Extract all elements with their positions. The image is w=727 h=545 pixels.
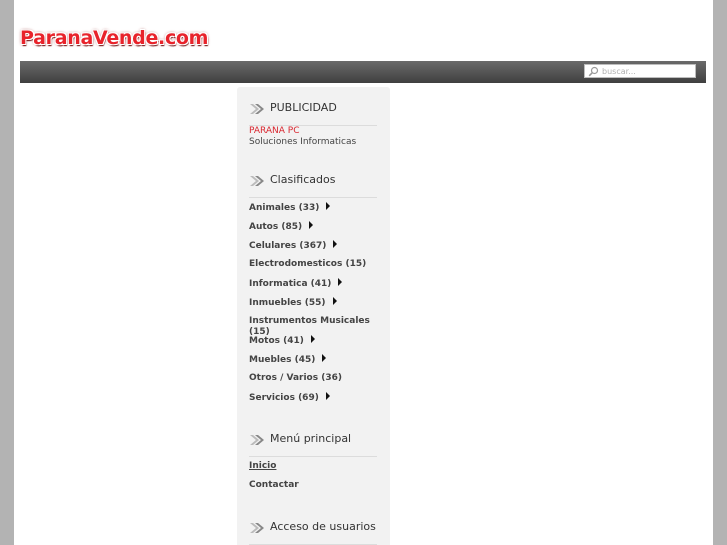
top-navbar — [20, 61, 706, 83]
category-informatica[interactable]: Informatica (41) — [249, 278, 385, 290]
ad-name-link[interactable]: PARANA PC — [249, 126, 300, 136]
clasificados-title: Clasificados — [270, 173, 336, 186]
search-icon — [588, 66, 599, 77]
submenu-arrow-icon — [309, 221, 314, 229]
category-label: Animales (33) — [249, 203, 320, 213]
site-logo[interactable]: ParanaVende.com — [20, 27, 208, 49]
ad-description: Soluciones Informaticas — [249, 137, 357, 147]
search-input[interactable] — [602, 65, 694, 77]
category-label: Celulares (367) — [249, 241, 327, 251]
category-celulares[interactable]: Celulares (367) — [249, 240, 385, 252]
submenu-arrow-icon — [332, 297, 337, 305]
double-chevron-icon — [250, 176, 264, 186]
page: ParanaVende.com PUBLICIDAD PARANA PC Sol… — [14, 0, 713, 545]
category-electrodomesticos[interactable]: Electrodomesticos (15) — [249, 259, 385, 270]
double-chevron-icon — [250, 104, 264, 114]
search-box[interactable] — [584, 64, 696, 78]
category-label: Instrumentos Musicales (15) — [249, 316, 370, 337]
menu-item-inicio[interactable]: Inicio — [249, 461, 276, 471]
category-autos[interactable]: Autos (85) — [249, 221, 385, 233]
category-label: Otros / Varios (36) — [249, 373, 342, 383]
module-title: Menú principal — [249, 432, 377, 457]
submenu-arrow-icon — [322, 354, 327, 362]
module-title: Clasificados — [249, 173, 377, 198]
submenu-arrow-icon — [333, 240, 338, 248]
submenu-arrow-icon — [326, 202, 331, 210]
submenu-arrow-icon — [338, 278, 343, 286]
category-servicios[interactable]: Servicios (69) — [249, 392, 385, 404]
category-muebles[interactable]: Muebles (45) — [249, 354, 385, 366]
category-animales[interactable]: Animales (33) — [249, 202, 385, 214]
category-label: Servicios (69) — [249, 393, 319, 403]
category-label: Muebles (45) — [249, 355, 316, 365]
submenu-arrow-icon — [310, 335, 315, 343]
double-chevron-icon — [250, 523, 264, 533]
category-label: Electrodomesticos (15) — [249, 259, 367, 269]
category-label: Informatica (41) — [249, 279, 332, 289]
module-title: PUBLICIDAD — [249, 101, 377, 126]
category-label: Motos (41) — [249, 336, 304, 346]
menu-item-contactar[interactable]: Contactar — [249, 480, 299, 490]
left-sidebar: PUBLICIDAD PARANA PC Soluciones Informat… — [237, 87, 390, 545]
acceso-usuarios-title: Acceso de usuarios — [270, 520, 376, 533]
menu-principal-title: Menú principal — [270, 432, 352, 445]
category-label: Autos (85) — [249, 222, 303, 232]
publicidad-title: PUBLICIDAD — [270, 101, 337, 114]
category-motos[interactable]: Motos (41) — [249, 335, 385, 347]
category-otros-varios[interactable]: Otros / Varios (36) — [249, 373, 385, 384]
double-chevron-icon — [250, 435, 264, 445]
category-inmuebles[interactable]: Inmuebles (55) — [249, 297, 385, 309]
submenu-arrow-icon — [325, 392, 330, 400]
category-label: Inmuebles (55) — [249, 298, 326, 308]
module-title: Acceso de usuarios — [249, 520, 377, 545]
